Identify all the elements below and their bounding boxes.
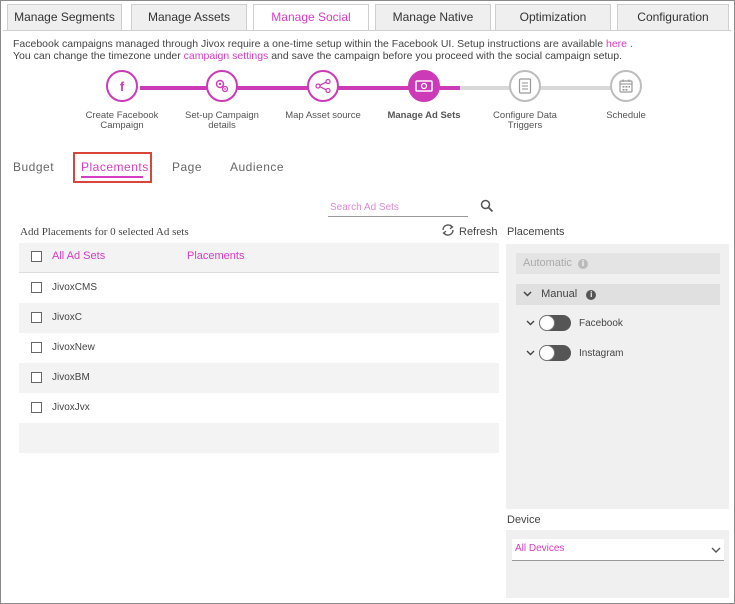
campaign-settings-link[interactable]: campaign settings	[184, 50, 269, 62]
ad-set-name: JivoxC	[52, 312, 83, 323]
placement-label: Facebook	[579, 317, 623, 329]
tab-manage-assets[interactable]: Manage Assets	[131, 4, 247, 30]
tab-configuration[interactable]: Configuration	[617, 4, 729, 30]
tab-manage-social[interactable]: Manage Social	[253, 4, 369, 31]
table-row: JivoxJvx	[19, 393, 499, 423]
device-title: Device	[507, 514, 541, 526]
svg-text:f: f	[120, 79, 125, 93]
tab-manage-segments[interactable]: Manage Segments	[7, 4, 122, 30]
manual-label: Manual	[541, 288, 578, 300]
campaign-stepper: f Create Facebook Campaign Set-up Campai…	[80, 70, 680, 140]
stepper-remaining-line	[460, 86, 630, 90]
table-row: JivoxBM	[19, 363, 499, 393]
facebook-toggle[interactable]	[539, 315, 571, 331]
facebook-icon: f	[106, 70, 138, 102]
select-all-checkbox[interactable]	[31, 251, 42, 262]
highlight-box	[73, 152, 152, 183]
refresh-icon	[441, 224, 455, 239]
search-ad-sets-input[interactable]: Search Ad Sets	[328, 201, 468, 217]
setup-info: Facebook campaigns managed through Jivox…	[13, 38, 633, 62]
placement-facebook: Facebook	[526, 314, 623, 332]
top-tab-bar: Manage Segments Manage Assets Manage Soc…	[7, 4, 729, 31]
money-icon	[408, 70, 440, 102]
placements-title: Placements	[507, 226, 565, 238]
table-header: All Ad Sets Placements	[19, 243, 499, 273]
step-label: Set-up Campaign details	[185, 110, 259, 131]
step-label: Configure Data Triggers	[493, 110, 557, 131]
step-label: Create Facebook Campaign	[85, 110, 159, 131]
info-icon[interactable]: i	[577, 259, 588, 269]
step-label: Schedule	[606, 110, 646, 121]
row-checkbox[interactable]	[31, 282, 42, 293]
info-text: .	[627, 38, 633, 50]
step-label: Map Asset source	[285, 110, 361, 121]
row-checkbox[interactable]	[31, 402, 42, 413]
tab-optimization[interactable]: Optimization	[495, 4, 611, 30]
row-checkbox[interactable]	[31, 312, 42, 323]
table-row-empty	[19, 423, 499, 453]
ad-set-name: JivoxJvx	[52, 402, 90, 413]
step-label: Manage Ad Sets	[387, 110, 461, 121]
ad-sets-table: All Ad Sets Placements JivoxCMS JivoxC J…	[19, 243, 499, 453]
info-text: and save the campaign before you proceed…	[268, 50, 623, 62]
automatic-option[interactable]: Automatic i	[516, 253, 720, 274]
tab-page[interactable]: Page	[172, 160, 202, 174]
manual-option[interactable]: Manual i	[516, 284, 720, 305]
ad-set-name: JivoxCMS	[52, 282, 98, 293]
table-row: JivoxC	[19, 303, 499, 333]
add-placements-label: Add Placements for 0 selected Ad sets	[20, 226, 189, 238]
device-selected: All Devices	[515, 543, 565, 554]
device-panel: All Devices	[506, 530, 729, 598]
info-icon[interactable]: i	[586, 290, 597, 300]
instagram-toggle[interactable]	[539, 345, 571, 361]
calendar-icon	[610, 70, 642, 102]
row-checkbox[interactable]	[31, 342, 42, 353]
tab-audience[interactable]: Audience	[230, 160, 284, 174]
chevron-down-icon[interactable]	[526, 318, 535, 329]
placements-panel: Automatic i Manual i Facebook Instagram	[506, 244, 729, 509]
network-icon	[307, 70, 339, 102]
header-all-ad-sets[interactable]: All Ad Sets	[52, 250, 105, 262]
chevron-down-icon	[523, 284, 532, 305]
chevron-down-icon[interactable]	[526, 348, 535, 359]
refresh-label: Refresh	[459, 225, 498, 238]
device-select[interactable]: All Devices	[512, 539, 724, 561]
table-row: JivoxNew	[19, 333, 499, 363]
info-text: You can change the timezone under	[13, 50, 184, 62]
placement-label: Instagram	[579, 347, 624, 359]
info-text: Facebook campaigns managed through Jivox…	[13, 38, 606, 50]
here-link[interactable]: here	[606, 38, 627, 50]
settings-people-icon	[206, 70, 238, 102]
automatic-label: Automatic	[523, 257, 572, 269]
list-icon	[509, 70, 541, 102]
row-checkbox[interactable]	[31, 372, 42, 383]
header-placements: Placements	[187, 250, 245, 262]
table-row: JivoxCMS	[19, 273, 499, 303]
refresh-button[interactable]: Refresh	[441, 224, 498, 239]
placement-instagram: Instagram	[526, 344, 623, 362]
tab-divider	[3, 30, 731, 31]
search-icon[interactable]	[480, 199, 494, 213]
tab-budget[interactable]: Budget	[13, 160, 54, 174]
chevron-down-icon	[711, 542, 721, 561]
ad-set-name: JivoxBM	[52, 372, 90, 383]
ad-set-name: JivoxNew	[52, 342, 95, 353]
tab-manage-native[interactable]: Manage Native	[375, 4, 491, 30]
